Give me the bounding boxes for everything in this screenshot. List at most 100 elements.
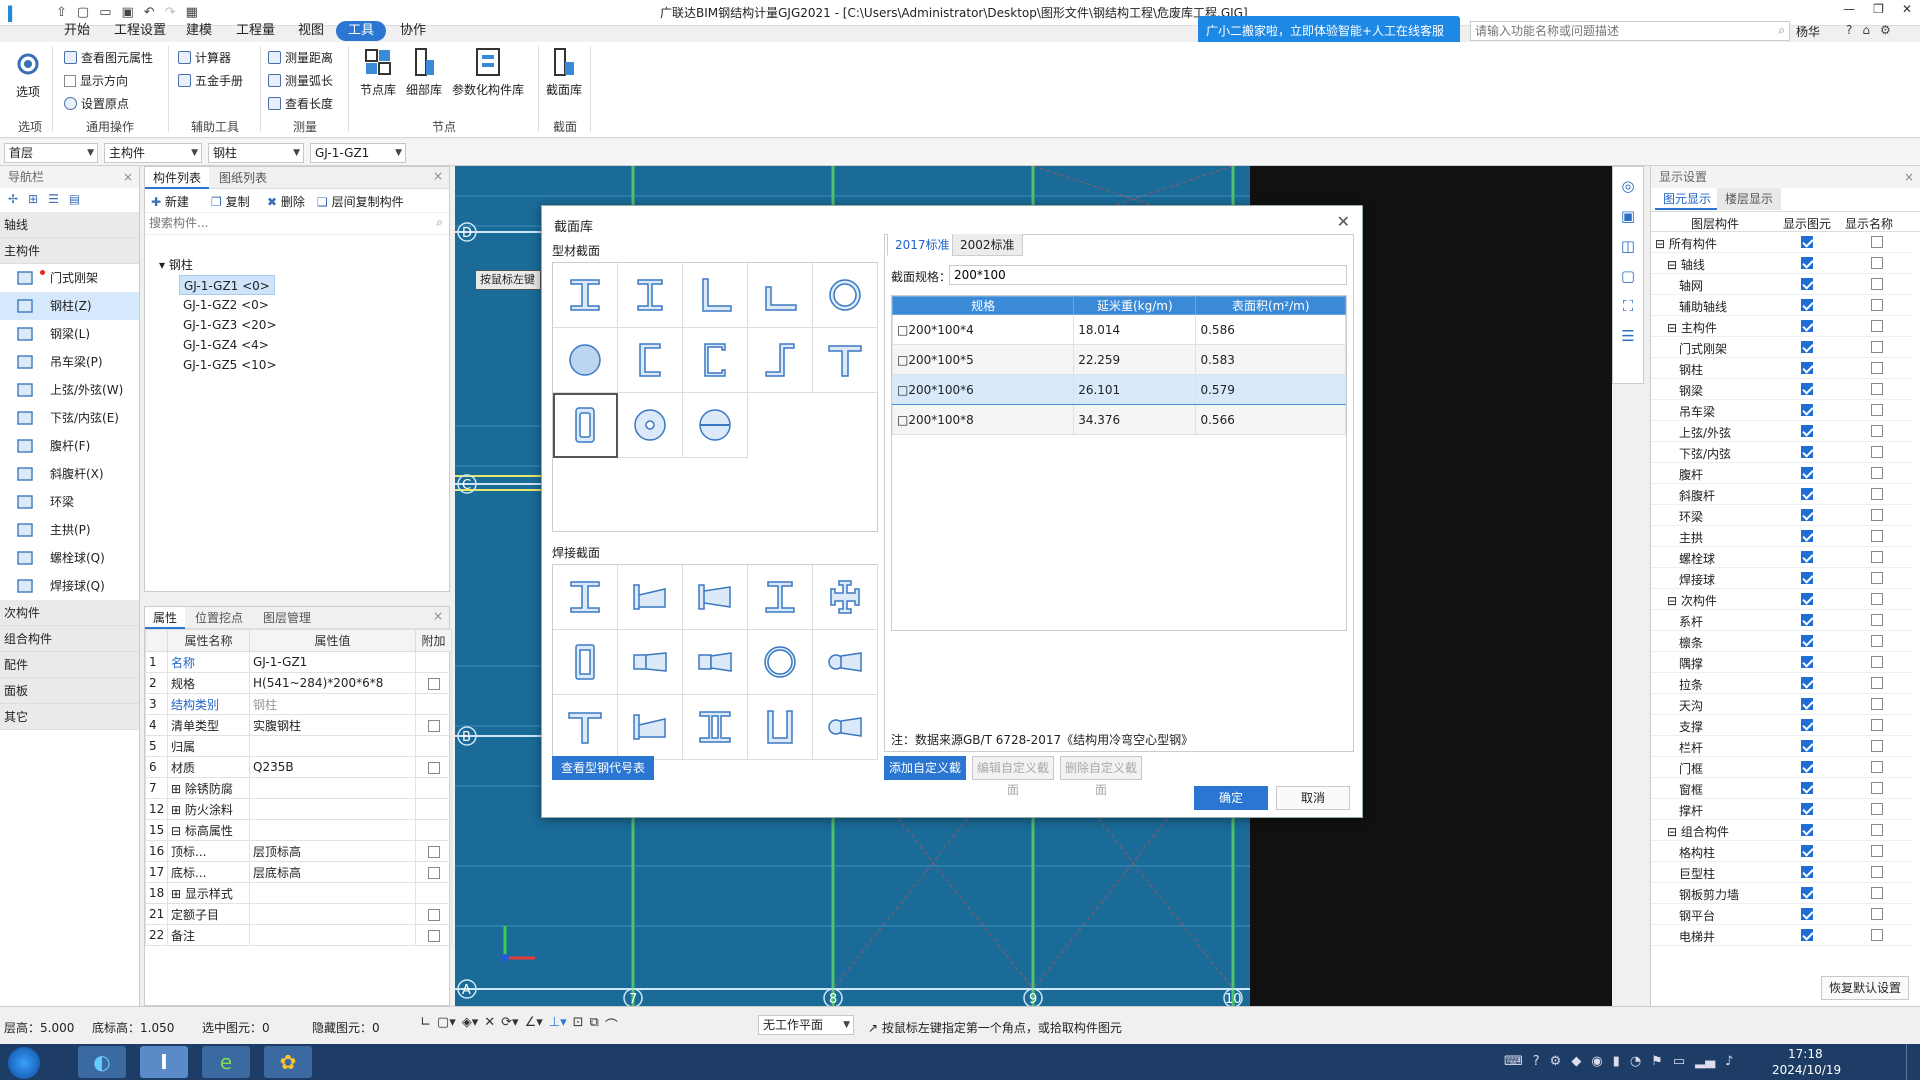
property-value[interactable]: 钢柱 xyxy=(249,693,416,715)
property-row[interactable]: 3 结构类别 钢柱 xyxy=(145,693,452,715)
property-value[interactable] xyxy=(249,924,416,946)
tab-std-2002[interactable]: 2002标准 xyxy=(952,234,1023,256)
show-element-checkbox[interactable] xyxy=(1801,635,1813,647)
wifi-icon[interactable]: ◔ xyxy=(1630,1054,1641,1069)
sidebar-item[interactable]: 主拱(P) xyxy=(0,516,139,544)
show-element-checkbox[interactable] xyxy=(1801,761,1813,773)
show-name-checkbox[interactable] xyxy=(1871,719,1883,731)
taskbar-app-ie[interactable]: e xyxy=(202,1046,250,1078)
open-folder-icon[interactable]: ▭ xyxy=(99,5,111,20)
t-section[interactable] xyxy=(813,328,878,393)
show-name-checkbox[interactable] xyxy=(1871,761,1883,773)
signal-icon[interactable]: ▂▄ xyxy=(1695,1054,1715,1069)
layer-label[interactable]: 上弦/外弦 xyxy=(1679,424,1731,441)
show-element-checkbox[interactable] xyxy=(1801,740,1813,752)
layer-label[interactable]: 系杆 xyxy=(1679,613,1703,630)
rect-tube-section[interactable] xyxy=(553,393,618,458)
show-name-checkbox[interactable] xyxy=(1871,887,1883,899)
show-element-checkbox[interactable] xyxy=(1801,803,1813,815)
show-name-checkbox[interactable] xyxy=(1871,866,1883,878)
close-icon[interactable]: × xyxy=(433,169,443,183)
sidebar-item[interactable]: 焊接球(Q) xyxy=(0,572,139,600)
menu-view[interactable]: 视图 xyxy=(292,21,330,41)
property-row[interactable]: 5 归属 xyxy=(145,735,452,757)
angle-icon[interactable]: ∠▾ xyxy=(525,1015,543,1034)
show-name-checkbox[interactable] xyxy=(1871,299,1883,311)
welded-ball-section[interactable] xyxy=(683,393,748,458)
view-steel-codes-button[interactable]: 查看型钢代号表 xyxy=(552,756,654,780)
rotate-view-icon[interactable]: ◎ xyxy=(1621,177,1634,195)
snap-box-icon[interactable]: ▢▾ xyxy=(437,1015,456,1034)
tapered-h-section[interactable] xyxy=(618,565,683,630)
show-element-checkbox[interactable] xyxy=(1801,278,1813,290)
cancel-button[interactable]: 取消 xyxy=(1276,786,1350,810)
box-tapered-section[interactable] xyxy=(618,630,683,695)
sidebar-item[interactable]: 斜腹杆(X) xyxy=(0,460,139,488)
round-bar-section[interactable] xyxy=(553,328,618,393)
welded-pipe-section[interactable] xyxy=(748,630,813,695)
show-name-checkbox[interactable] xyxy=(1871,908,1883,920)
layer-list-icon[interactable]: ☰ xyxy=(1621,327,1634,345)
layer-label[interactable]: 电梯井 xyxy=(1679,928,1715,945)
box-double-tapered-section[interactable] xyxy=(683,630,748,695)
node-library-button[interactable]: 节点库 xyxy=(356,46,400,98)
show-element-checkbox[interactable] xyxy=(1801,698,1813,710)
undo-icon[interactable]: ↶ xyxy=(144,5,155,20)
property-value[interactable]: 层底标高 xyxy=(249,861,416,883)
battery-icon[interactable]: ▭ xyxy=(1673,1054,1685,1069)
taskbar-app-cloud[interactable]: ✿ xyxy=(264,1046,312,1078)
unequal-angle-section[interactable] xyxy=(748,263,813,328)
show-name-checkbox[interactable] xyxy=(1871,425,1883,437)
show-name-checkbox[interactable] xyxy=(1871,824,1883,836)
floor-select[interactable]: 首层 ▼ xyxy=(4,143,98,163)
options-button[interactable]: 选项 xyxy=(8,48,48,100)
hardware-manual-button[interactable]: 五金手册 xyxy=(178,72,243,89)
curve-icon[interactable]: ⌒ xyxy=(605,1015,618,1034)
welded-h-section[interactable] xyxy=(553,565,618,630)
settings-icon[interactable]: ⚙ xyxy=(1550,1054,1562,1069)
menu-project-settings[interactable]: 工程设置 xyxy=(108,21,172,41)
tab-layer-management[interactable]: 图层管理 xyxy=(255,607,319,629)
sidebar-item[interactable]: 腹杆(F) xyxy=(0,432,139,460)
spec-row[interactable]: □200*100*8 34.376 0.566 xyxy=(891,404,1346,435)
checkbox[interactable] xyxy=(427,677,440,690)
show-name-checkbox[interactable] xyxy=(1871,467,1883,479)
property-row[interactable]: 15 ⊟ 标高属性 xyxy=(145,819,452,841)
bolt-ball-section[interactable] xyxy=(618,393,683,458)
show-element-checkbox[interactable] xyxy=(1801,236,1813,248)
calculator-button[interactable]: 计算器 xyxy=(178,49,231,66)
property-row[interactable]: 21 定额子目 xyxy=(145,903,452,925)
cube-view-icon[interactable]: ◫ xyxy=(1621,237,1635,255)
show-name-checkbox[interactable] xyxy=(1871,530,1883,542)
property-value[interactable] xyxy=(249,798,416,820)
upload-icon[interactable]: ⇧ xyxy=(56,5,67,20)
property-value[interactable]: H(541~284)*200*6*8 xyxy=(249,672,416,694)
layer-label[interactable]: 门框 xyxy=(1679,760,1703,777)
tab-drawing-list[interactable]: 图纸列表 xyxy=(211,167,275,189)
copy-button[interactable]: ❐ 复制 xyxy=(211,193,250,210)
layer-label[interactable]: 格构柱 xyxy=(1679,844,1715,861)
channel-section[interactable] xyxy=(618,328,683,393)
i-beam-section[interactable] xyxy=(553,263,618,328)
clock-date[interactable]: 2024/10/19 xyxy=(1772,1063,1841,1077)
layer-label[interactable]: ⊟ 主构件 xyxy=(1667,319,1717,336)
property-row[interactable]: 18 ⊞ 显示样式 xyxy=(145,882,452,904)
taskbar-app-edge[interactable]: ◐ xyxy=(78,1046,126,1078)
component-tree-item[interactable]: GJ-1-GZ3 <20> xyxy=(179,315,281,335)
layer-label[interactable]: 腹杆 xyxy=(1679,466,1703,483)
show-name-checkbox[interactable] xyxy=(1871,446,1883,458)
property-row[interactable]: 6 材质 Q235B xyxy=(145,756,452,778)
layer-label[interactable]: ⊟ 组合构件 xyxy=(1667,823,1729,840)
show-element-checkbox[interactable] xyxy=(1801,719,1813,731)
search-icon[interactable]: ⌕ xyxy=(436,215,443,230)
show-element-checkbox[interactable] xyxy=(1801,341,1813,353)
layer-label[interactable]: 檩条 xyxy=(1679,634,1703,651)
property-row[interactable]: 4 清单类型 实腹钢柱 xyxy=(145,714,452,736)
welded-t-section[interactable] xyxy=(553,695,618,760)
pin-icon[interactable]: ✢ xyxy=(8,192,18,208)
show-name-checkbox[interactable] xyxy=(1871,782,1883,794)
checkbox[interactable] xyxy=(427,761,440,774)
component-tree-item[interactable]: GJ-1-GZ4 <4> xyxy=(179,335,273,355)
show-name-checkbox[interactable] xyxy=(1871,383,1883,395)
type-select[interactable]: 钢柱 ▼ xyxy=(208,143,304,163)
